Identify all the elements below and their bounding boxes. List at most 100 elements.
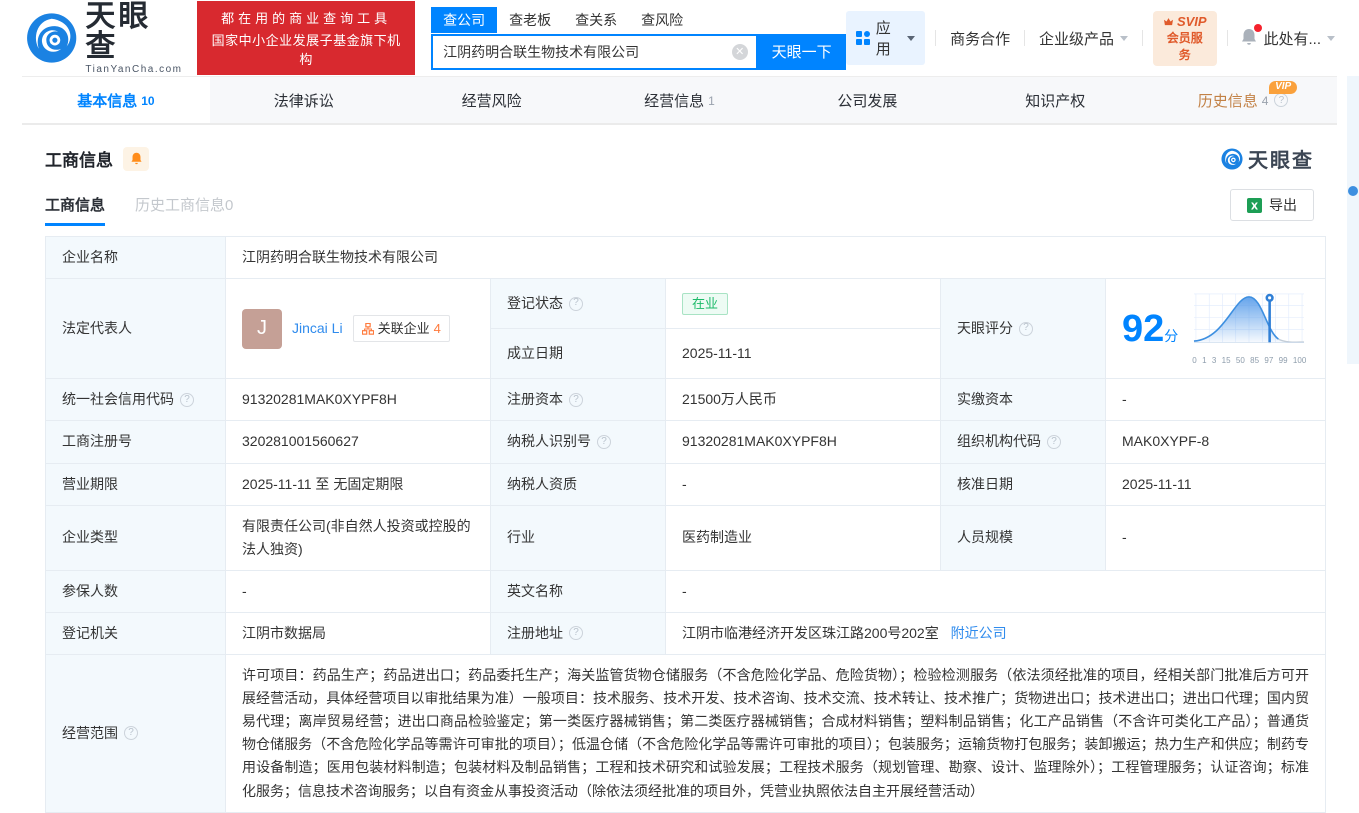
reg-authority-value: 江阴市数据局 — [226, 612, 491, 654]
company-nav-tabs: 基本信息 10 法律诉讼 经营风险 经营信息 1 公司发展 知识产权 历史信息 … — [22, 76, 1337, 125]
nav-tab-operating-risk[interactable]: 经营风险 — [398, 77, 586, 123]
help-icon[interactable]: ? — [569, 297, 583, 311]
logo-title: 天眼查 — [85, 2, 183, 62]
approval-date-value: 2025-11-11 — [1106, 463, 1326, 505]
legal-rep-avatar[interactable]: J — [242, 309, 282, 349]
help-icon[interactable]: ? — [1047, 435, 1061, 449]
divider — [1142, 30, 1143, 46]
insured-count-label: 参保人数 — [46, 570, 226, 612]
help-icon[interactable]: ? — [180, 393, 194, 407]
search-tab-risk[interactable]: 查风险 — [629, 7, 695, 33]
tab-label: 经营信息 — [644, 90, 704, 111]
org-code-label: 组织机构代码? — [941, 421, 1106, 463]
score-cell[interactable]: 92分 — [1106, 279, 1326, 379]
help-icon[interactable]: ? — [124, 726, 138, 740]
reg-capital-value: 21500万人民币 — [666, 379, 941, 421]
search-type-tabs: 查公司 查老板 查关系 查风险 — [431, 7, 846, 33]
caret-down-icon — [1327, 36, 1335, 41]
svip-label-bottom: 会员服务 — [1163, 29, 1207, 63]
search-submit-button[interactable]: 天眼一下 — [758, 34, 846, 70]
search-tab-boss[interactable]: 查老板 — [497, 7, 563, 33]
notification-dot — [1254, 24, 1262, 32]
floating-side-rail — [1347, 76, 1359, 364]
user-menu[interactable]: 此处有... — [1260, 28, 1340, 49]
company-name-label: 企业名称 — [46, 237, 226, 279]
legal-rep-link[interactable]: Jincai Li — [292, 317, 343, 340]
apps-label: 应用 — [876, 17, 900, 59]
apps-menu[interactable]: 应用 — [846, 11, 926, 65]
floating-rail-button[interactable] — [1348, 186, 1358, 196]
tab-count: 1 — [708, 94, 715, 108]
divider — [1024, 30, 1025, 46]
slogan-line2: 国家中小企业发展子基金旗下机构 — [207, 30, 405, 68]
nearby-companies-link[interactable]: 附近公司 — [951, 625, 1007, 641]
related-companies-badge[interactable]: 关联企业 4 — [353, 315, 450, 342]
reg-authority-label: 登记机关 — [46, 612, 226, 654]
business-scope-value: 许可项目：药品生产；药品进出口；药品委托生产；海关监管货物仓储服务（不含危险化学… — [226, 655, 1326, 813]
credit-code-value: 91320281MAK0XYPF8H — [226, 379, 491, 421]
nav-tab-company-development[interactable]: 公司发展 — [773, 77, 961, 123]
business-cooperation-link[interactable]: 商务合作 — [946, 28, 1014, 49]
export-button[interactable]: X 导出 — [1230, 189, 1314, 221]
clear-search-icon[interactable]: ✕ — [732, 44, 748, 60]
subtab-history-business-info[interactable]: 历史工商信息0 — [135, 194, 233, 226]
brand-watermark-text: 天眼查 — [1248, 144, 1314, 173]
tab-label: 知识产权 — [1025, 90, 1085, 111]
taxpayer-id-value: 91320281MAK0XYPF8H — [666, 421, 941, 463]
tianyancha-logo[interactable]: 天眼查 TianYanCha.com — [26, 2, 183, 75]
brand-watermark-icon — [1221, 148, 1243, 170]
table-row: 工商注册号 320281001560627 纳税人识别号? 91320281MA… — [46, 421, 1326, 463]
nav-tab-history-info[interactable]: 历史信息 4 ? VIP — [1149, 77, 1337, 123]
score-distribution-chart: 01 315 5085 9799 100 — [1190, 290, 1308, 367]
excel-icon: X — [1247, 198, 1262, 213]
nav-tab-intellectual-property[interactable]: 知识产权 — [961, 77, 1149, 123]
paid-capital-value: - — [1106, 379, 1326, 421]
tab-count: 4 — [1262, 94, 1269, 108]
reg-address-cell: 江阴市临港经济开发区珠江路200号202室 附近公司 — [666, 612, 1326, 654]
help-icon[interactable]: ? — [1274, 93, 1288, 107]
search-tab-company[interactable]: 查公司 — [431, 7, 497, 33]
credit-code-label: 统一社会信用代码? — [46, 379, 226, 421]
user-menu-label: 此处有... — [1264, 28, 1322, 49]
export-label: 导出 — [1269, 195, 1297, 215]
english-name-label: 英文名称 — [491, 570, 666, 612]
svip-label-top: SVIP — [1177, 14, 1207, 29]
company-search-input[interactable] — [433, 44, 732, 60]
table-row: 企业类型 有限责任公司(非自然人投资或控股的法人独资) 行业 医药制造业 人员规… — [46, 505, 1326, 570]
nav-tab-legal[interactable]: 法律诉讼 — [210, 77, 398, 123]
business-scope-label: 经营范围? — [46, 655, 226, 813]
company-name-value: 江阴药明合联生物技术有限公司 — [226, 237, 1326, 279]
help-icon[interactable]: ? — [569, 393, 583, 407]
notification-bell-icon[interactable] — [1238, 27, 1260, 50]
paid-capital-label: 实缴资本 — [941, 379, 1106, 421]
search-area: 查公司 查老板 查关系 查风险 ✕ 天眼一下 — [431, 7, 846, 70]
divider — [935, 30, 936, 46]
insured-count-value: - — [226, 570, 491, 612]
divider — [1227, 30, 1228, 46]
svip-membership-badge[interactable]: SVIP 会员服务 — [1153, 11, 1217, 66]
monitor-bell-icon[interactable] — [123, 147, 149, 171]
establish-date-value: 2025-11-11 — [666, 329, 941, 379]
enterprise-products-link[interactable]: 企业级产品 — [1035, 28, 1132, 49]
subtab-business-info[interactable]: 工商信息 — [45, 194, 105, 226]
caret-down-icon — [907, 36, 915, 41]
legal-rep-cell: J Jincai Li 关联企业 4 — [226, 279, 491, 379]
tianyancha-logo-icon — [26, 12, 77, 64]
vip-badge: VIP — [1269, 81, 1297, 94]
reg-address-label: 注册地址? — [491, 612, 666, 654]
brand-watermark: 天眼查 — [1221, 144, 1314, 173]
help-icon[interactable]: ? — [569, 626, 583, 640]
crown-icon — [1163, 17, 1174, 26]
taxpayer-id-label: 纳税人识别号? — [491, 421, 666, 463]
company-type-value: 有限责任公司(非自然人投资或控股的法人独资) — [226, 505, 491, 570]
help-icon[interactable]: ? — [597, 435, 611, 449]
search-tab-relation[interactable]: 查关系 — [563, 7, 629, 33]
nav-tab-operating-info[interactable]: 经营信息 1 — [586, 77, 774, 123]
reg-number-label: 工商注册号 — [46, 421, 226, 463]
business-info-table: 企业名称 江阴药明合联生物技术有限公司 法定代表人 J Jincai Li — [45, 236, 1326, 813]
table-row: 法定代表人 J Jincai Li 关联企业 4 — [46, 279, 1326, 329]
logo-subtitle: TianYanCha.com — [85, 64, 183, 75]
apps-grid-icon — [856, 31, 870, 45]
help-icon[interactable]: ? — [1019, 322, 1033, 336]
nav-tab-basic-info[interactable]: 基本信息 10 — [22, 77, 210, 123]
